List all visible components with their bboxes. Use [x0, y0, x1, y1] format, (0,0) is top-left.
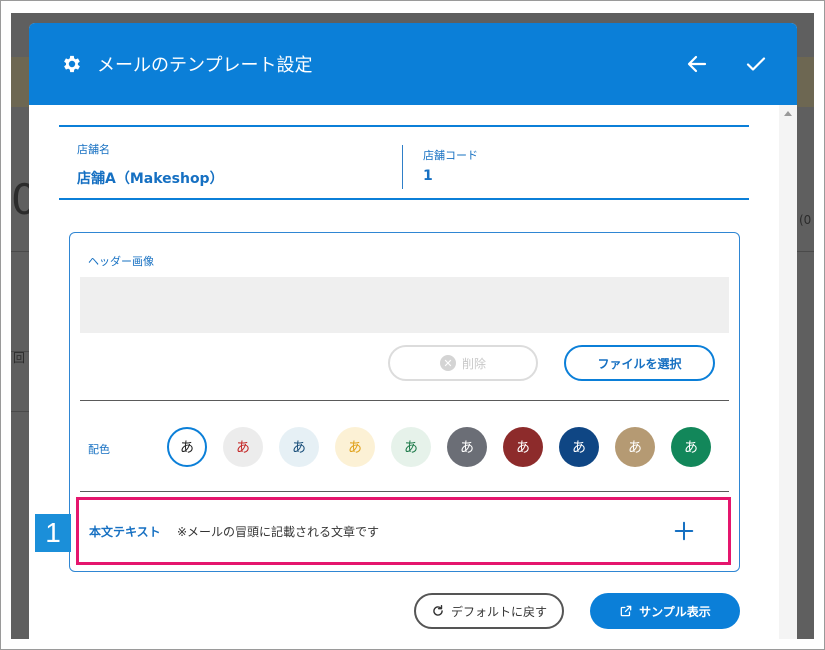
store-name-value: 店舗A（Makeshop）: [77, 171, 224, 187]
close-icon: ✕: [439, 355, 456, 371]
vertical-scrollbar[interactable]: [779, 105, 797, 639]
header-image-label: ヘッダー画像: [88, 255, 154, 268]
color-swatch[interactable]: あ: [447, 427, 487, 467]
scroll-up-arrow-icon[interactable]: [784, 111, 792, 116]
sample-view-label: サンプル表示: [639, 604, 711, 619]
screenshot-frame: 0 回 (0 メールのテンプレート設定 店舗名 店舗A（Makeshop） 店舗…: [0, 0, 825, 650]
body-text-title: 本文テキスト: [89, 525, 161, 539]
section-divider: [80, 491, 729, 492]
refresh-icon: [431, 604, 445, 618]
color-swatch[interactable]: あ: [335, 427, 375, 467]
store-name-label: 店舗名: [77, 143, 110, 156]
color-swatch[interactable]: あ: [559, 427, 599, 467]
color-swatch[interactable]: あ: [671, 427, 711, 467]
color-swatch[interactable]: あ: [167, 427, 207, 467]
plus-icon[interactable]: [673, 520, 695, 542]
restore-default-button[interactable]: デフォルトに戻す: [414, 593, 564, 629]
color-scheme-label: 配色: [88, 443, 110, 456]
color-swatch[interactable]: あ: [391, 427, 431, 467]
store-code-label: 店舗コード: [423, 149, 478, 162]
store-info: 店舗名 店舗A（Makeshop） 店舗コード 1: [59, 125, 749, 200]
select-file-button-label: ファイルを選択: [597, 356, 682, 371]
checkmark-icon[interactable]: [744, 52, 768, 76]
background-divider: [11, 251, 29, 252]
background-divider: [11, 411, 29, 412]
step-marker: 1: [35, 514, 71, 552]
delete-button-label: 削除: [461, 356, 486, 371]
header-image-preview: [80, 277, 729, 333]
color-swatch[interactable]: あ: [223, 427, 263, 467]
back-arrow-icon[interactable]: [685, 52, 709, 76]
background-fragment: (0: [799, 213, 812, 227]
sample-view-button[interactable]: サンプル表示: [590, 593, 740, 629]
background-divider: [797, 251, 814, 252]
color-swatch[interactable]: あ: [279, 427, 319, 467]
dialog-title: メールのテンプレート設定: [97, 55, 313, 76]
store-code-value: 1: [423, 168, 433, 184]
body-text-highlight: [76, 497, 731, 565]
color-swatch[interactable]: あ: [503, 427, 543, 467]
section-divider: [80, 400, 729, 401]
info-separator: [402, 145, 403, 189]
delete-button[interactable]: ✕ 削除: [388, 345, 538, 381]
background-fragment: 回: [13, 351, 26, 365]
gear-icon: [64, 55, 80, 73]
external-link-icon: [619, 604, 633, 618]
dialog-header: メールのテンプレート設定: [29, 23, 797, 105]
restore-default-label: デフォルトに戻す: [450, 604, 547, 619]
select-file-button[interactable]: ファイルを選択: [564, 345, 715, 381]
body-text-note: ※メールの冒頭に記載される文章です: [177, 525, 380, 539]
color-swatch[interactable]: あ: [615, 427, 655, 467]
